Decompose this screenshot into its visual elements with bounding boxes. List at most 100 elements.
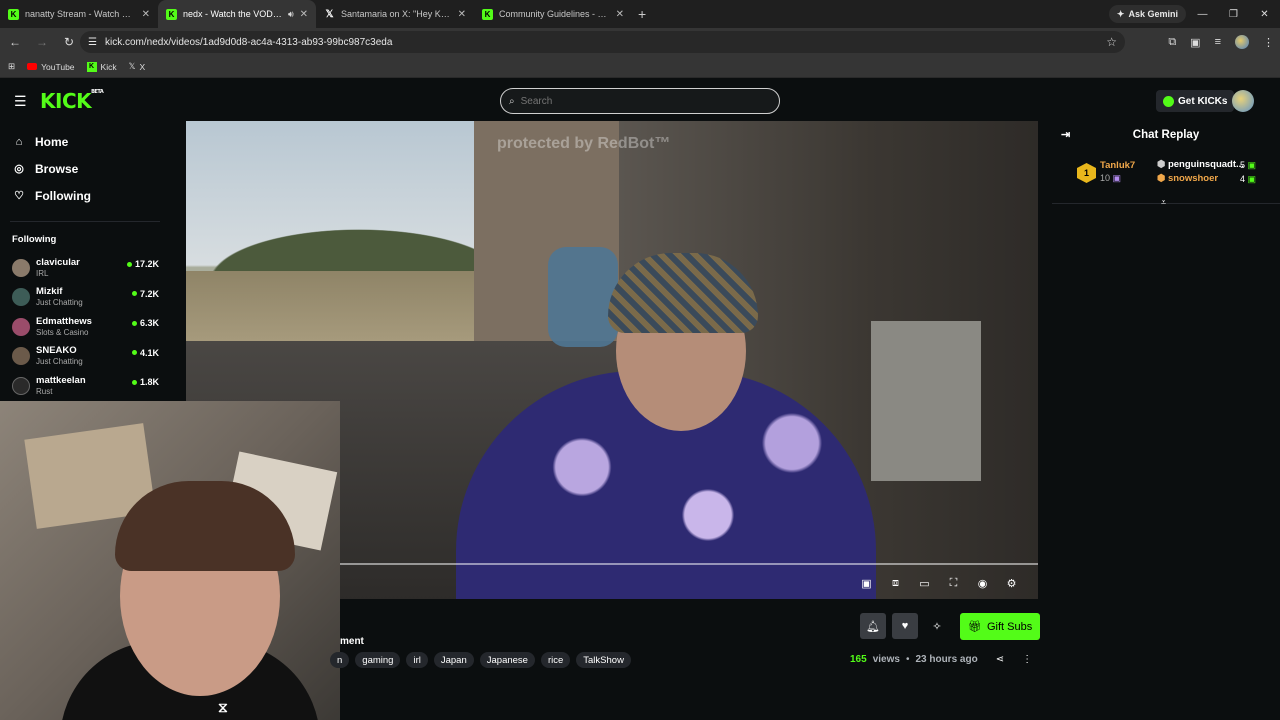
viewer-count: 7.2K bbox=[131, 289, 159, 299]
site-info-icon[interactable]: ☰ bbox=[88, 37, 97, 48]
theater-mode-icon[interactable]: ▭ bbox=[918, 577, 931, 590]
gifter-count-value: 4 bbox=[1240, 174, 1246, 184]
gift-icon: ▣ bbox=[1112, 173, 1122, 183]
gifter-name-text: penguinsquadt... bbox=[1167, 159, 1244, 170]
add-sparkle-button[interactable]: ✧ bbox=[924, 613, 950, 639]
gifter-name[interactable]: ⬢ snowshoer bbox=[1157, 173, 1218, 184]
user-avatar[interactable] bbox=[1232, 90, 1254, 112]
bookmark-star-icon[interactable]: ☆ bbox=[1106, 35, 1117, 49]
followed-channel[interactable]: Mizkif Just Chatting 7.2K bbox=[0, 283, 170, 313]
kick-icon: K bbox=[86, 61, 97, 72]
under-armour-logo-icon: ⧖ bbox=[218, 699, 228, 715]
live-dot-icon bbox=[126, 261, 132, 267]
tag[interactable]: TalkShow bbox=[576, 652, 631, 668]
menu-icon[interactable]: ⋮ bbox=[1263, 36, 1274, 49]
gifter-rank-badge: 1 bbox=[1077, 163, 1096, 183]
channel-name: Edmatthews bbox=[36, 315, 92, 327]
tag[interactable]: irl bbox=[406, 652, 428, 668]
collapse-chat-icon[interactable]: ⇥ bbox=[1061, 128, 1070, 141]
share-icon[interactable]: ⋖ bbox=[996, 654, 1004, 665]
avatar bbox=[12, 258, 30, 277]
new-tab-button[interactable]: + bbox=[638, 6, 646, 22]
extensions-icon[interactable]: ⧉ bbox=[1168, 36, 1176, 49]
expand-gifters-icon[interactable]: ⩡ bbox=[1161, 197, 1166, 208]
gifter-name[interactable]: ⬢ penguinsquadt... bbox=[1157, 159, 1244, 170]
bookmark-x[interactable]: 𝕏X bbox=[129, 61, 146, 72]
viewer-count-value: 17.2K bbox=[134, 259, 159, 269]
followed-channel[interactable]: SNEAKO Just Chatting 4.1K bbox=[0, 342, 170, 372]
followed-channel[interactable]: clavicular IRL 17.2K bbox=[0, 253, 170, 283]
following-heading: Following bbox=[12, 234, 57, 245]
followed-channel[interactable]: Edmatthews Slots & Casino 6.3K bbox=[0, 312, 170, 342]
gifter-count: 5 ▣ bbox=[1240, 160, 1257, 170]
tag[interactable]: n bbox=[330, 652, 350, 668]
close-icon[interactable]: ✕ bbox=[142, 9, 150, 20]
follow-heart-button[interactable]: ♥ bbox=[892, 613, 918, 639]
sidebar-item-label: Following bbox=[35, 188, 91, 203]
chat-panel: ⇥ Chat Replay 1 Tanluk7 10 ▣ ⬢ penguinsq… bbox=[1052, 120, 1280, 720]
clip-icon[interactable]: ⧈ bbox=[889, 577, 902, 590]
hamburger-menu-icon[interactable]: ☰ bbox=[14, 93, 27, 110]
viewer-count-value: 6.3K bbox=[139, 318, 159, 328]
gift-subs-button[interactable]: 🎁︎ Gift Subs bbox=[960, 613, 1041, 640]
channel-category: Just Chatting bbox=[36, 298, 83, 308]
bookmark-youtube[interactable]: YouTube bbox=[27, 62, 75, 72]
sidebar-item-browse[interactable]: ◎ Browse bbox=[0, 155, 170, 182]
forward-icon[interactable]: → bbox=[30, 35, 54, 49]
ask-gemini-button[interactable]: ✦ Ask Gemini bbox=[1108, 5, 1186, 23]
browser-tab[interactable]: K Community Guidelines - Kick St ✕ bbox=[474, 0, 632, 28]
tag[interactable]: rice bbox=[540, 652, 571, 668]
chat-title: Chat Replay bbox=[1132, 129, 1200, 141]
sidebar-item-following[interactable]: ♡ Following bbox=[0, 182, 170, 209]
gift-subs-label: Gift Subs bbox=[986, 620, 1033, 633]
browser-toolbar: ← → ↻ ☰ kick.com/nedx/videos/1ad9d0d8-ac… bbox=[0, 28, 1280, 56]
pip-icon[interactable]: ▣ bbox=[860, 577, 873, 590]
gifter-name[interactable]: Tanluk7 bbox=[1100, 160, 1135, 171]
gift-badge-icon: ⬢ bbox=[1157, 159, 1166, 170]
top-gifters: 1 Tanluk7 10 ▣ ⬢ penguinsquadt... ⬢ snow… bbox=[1052, 154, 1280, 207]
channel-category: Slots & Casino bbox=[36, 327, 89, 337]
close-icon[interactable]: ✕ bbox=[616, 9, 624, 20]
reload-icon[interactable]: ↻ bbox=[57, 35, 81, 49]
profile-avatar[interactable] bbox=[1235, 35, 1249, 49]
cast-icon[interactable]: ▣ bbox=[1190, 36, 1200, 49]
fullscreen-icon[interactable]: ⛶ bbox=[947, 577, 960, 590]
close-icon[interactable]: ✕ bbox=[458, 9, 466, 20]
video-controls: ▣ ⧈ ▭ ⛶ ◉ ⚙ bbox=[860, 577, 1018, 590]
tag[interactable]: gaming bbox=[355, 652, 401, 668]
restore-icon[interactable]: ❐ bbox=[1218, 0, 1249, 28]
search-bar[interactable]: ⌕ bbox=[500, 88, 780, 114]
tag[interactable]: Japanese bbox=[479, 652, 535, 668]
address-bar[interactable]: ☰ kick.com/nedx/videos/1ad9d0d8-ac4a-431… bbox=[80, 31, 1125, 53]
kick-favicon-icon: K bbox=[482, 8, 493, 20]
view-count: 165 bbox=[850, 654, 867, 665]
speaker-icon[interactable]: 🔊︎ bbox=[288, 9, 294, 20]
kick-header: ☰ KICKBETA ⌕ Get KICKs bbox=[0, 80, 1280, 120]
sidebar-item-home[interactable]: ⌂ Home bbox=[0, 128, 170, 155]
more-options-icon[interactable]: ⋮ bbox=[1022, 654, 1032, 665]
bookmark-kick[interactable]: K Kick bbox=[86, 61, 117, 72]
tag[interactable]: Japan bbox=[433, 652, 474, 668]
notification-bell-button[interactable]: 🔔︎ bbox=[860, 613, 886, 639]
followed-channel[interactable]: mattkeelan Rust 1.8K bbox=[0, 371, 170, 401]
settings-gear-icon[interactable]: ⚙ bbox=[1005, 577, 1018, 590]
close-icon[interactable]: ✕ bbox=[300, 9, 308, 20]
apps-grid-icon[interactable]: ⊞ bbox=[8, 61, 15, 72]
kick-favicon-icon: K bbox=[166, 8, 177, 20]
video-progress-bar[interactable] bbox=[336, 563, 1038, 565]
meta-separator: • bbox=[905, 654, 910, 665]
live-dot-icon bbox=[131, 320, 137, 326]
get-kicks-button[interactable]: Get KICKs bbox=[1156, 90, 1235, 112]
search-input[interactable] bbox=[520, 95, 761, 107]
reading-list-icon[interactable]: ≡ bbox=[1215, 36, 1221, 48]
video-age: 23 hours ago bbox=[915, 654, 978, 665]
browser-tab-active[interactable]: K nedx - Watch the VOD on K 🔊︎ ✕ bbox=[158, 0, 316, 28]
kick-logo[interactable]: KICKBETA bbox=[40, 89, 104, 113]
browser-tab[interactable]: 𝕏 Santamaria on X: "Hey KICK Co ✕ bbox=[316, 0, 474, 28]
browser-tab[interactable]: K nanatty Stream - Watch Live on ✕ bbox=[0, 0, 158, 28]
minimize-icon[interactable]: — bbox=[1187, 0, 1218, 28]
playback-speed-icon[interactable]: ◉ bbox=[976, 577, 989, 590]
avatar bbox=[12, 347, 30, 366]
back-icon[interactable]: ← bbox=[3, 35, 27, 49]
window-close-icon[interactable]: ✕ bbox=[1249, 0, 1280, 28]
